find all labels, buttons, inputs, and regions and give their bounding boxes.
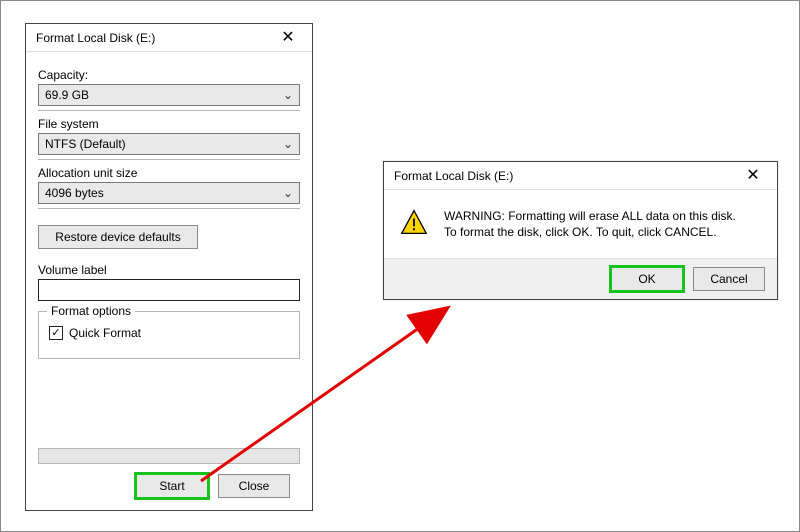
confirm-footer: OK Cancel	[384, 258, 777, 299]
dialog-content: Capacity: 69.9 GB ⌄ File system NTFS (De…	[26, 52, 312, 510]
confirm-dialog: Format Local Disk (E:) ✕ WARNING: Format…	[383, 161, 778, 300]
start-button-label: Start	[159, 479, 184, 493]
divider	[38, 159, 300, 160]
confirm-message: WARNING: Formatting will erase ALL data …	[444, 208, 736, 240]
format-options-group: Format options ✓ Quick Format	[38, 311, 300, 359]
close-icon[interactable]: ✕	[735, 164, 771, 188]
filesystem-label: File system	[38, 117, 300, 131]
quick-format-checkbox[interactable]: ✓	[49, 326, 63, 340]
volume-label-input[interactable]	[38, 279, 300, 301]
warning-icon	[400, 208, 432, 240]
confirm-body: WARNING: Formatting will erase ALL data …	[384, 190, 777, 258]
close-button[interactable]: Close	[218, 474, 290, 498]
quick-format-label: Quick Format	[69, 326, 141, 340]
quick-format-row[interactable]: ✓ Quick Format	[49, 326, 289, 340]
filesystem-select[interactable]: NTFS (Default) ⌄	[38, 133, 300, 155]
restore-defaults-button[interactable]: Restore device defaults	[38, 225, 198, 249]
progress-bar	[38, 448, 300, 464]
cancel-button[interactable]: Cancel	[693, 267, 765, 291]
ok-button[interactable]: OK	[611, 267, 683, 291]
window-title: Format Local Disk (E:)	[36, 31, 270, 45]
capacity-label: Capacity:	[38, 68, 300, 82]
format-dialog: Format Local Disk (E:) ✕ Capacity: 69.9 …	[25, 23, 313, 511]
allocation-select[interactable]: 4096 bytes ⌄	[38, 182, 300, 204]
capacity-value: 69.9 GB	[45, 88, 283, 102]
start-button[interactable]: Start	[136, 474, 208, 498]
restore-defaults-label: Restore device defaults	[55, 230, 180, 244]
close-button-label: Close	[239, 479, 270, 493]
confirm-message-line2: To format the disk, click OK. To quit, c…	[444, 224, 736, 240]
filesystem-value: NTFS (Default)	[45, 137, 283, 151]
confirm-message-line1: WARNING: Formatting will erase ALL data …	[444, 208, 736, 224]
divider	[38, 110, 300, 111]
cancel-button-label: Cancel	[710, 272, 747, 286]
capacity-select[interactable]: 69.9 GB ⌄	[38, 84, 300, 106]
format-options-label: Format options	[47, 304, 135, 318]
divider	[38, 208, 300, 209]
dialog-footer: Start Close	[38, 464, 300, 510]
volume-label-label: Volume label	[38, 263, 300, 277]
chevron-down-icon: ⌄	[283, 186, 293, 200]
chevron-down-icon: ⌄	[283, 88, 293, 102]
ok-button-label: OK	[638, 272, 655, 286]
titlebar: Format Local Disk (E:) ✕	[26, 24, 312, 52]
close-icon[interactable]: ✕	[270, 26, 306, 50]
allocation-label: Allocation unit size	[38, 166, 300, 180]
window-title: Format Local Disk (E:)	[394, 169, 735, 183]
titlebar: Format Local Disk (E:) ✕	[384, 162, 777, 190]
allocation-value: 4096 bytes	[45, 186, 283, 200]
chevron-down-icon: ⌄	[283, 137, 293, 151]
